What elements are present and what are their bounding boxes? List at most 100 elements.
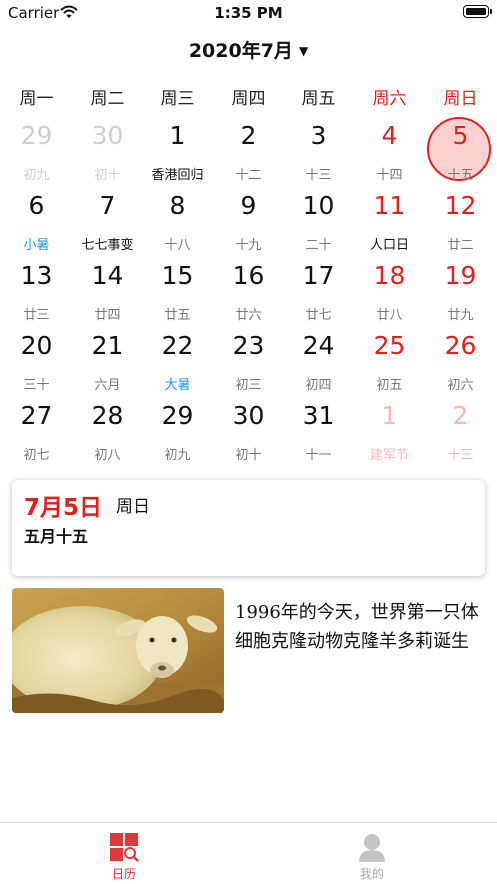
lunar-label: 廿五 — [164, 308, 191, 323]
calendar-search-icon — [108, 831, 140, 863]
day-cell[interactable]: 26 初六 — [425, 326, 496, 396]
tab-calendar[interactable]: 日历 — [59, 823, 189, 884]
tab-calendar-label: 日历 — [111, 867, 136, 881]
day-number: 19 — [444, 261, 477, 290]
day-number: 15 — [161, 261, 194, 290]
day-number: 8 — [169, 191, 186, 220]
holiday-label: 香港回归 — [151, 168, 204, 183]
day-number: 4 — [381, 121, 398, 150]
battery-icon — [463, 5, 492, 18]
day-cell[interactable]: 31 十一 — [283, 396, 354, 466]
weekday-sat: 周六 — [372, 89, 407, 109]
day-cell[interactable]: 20 三十 — [1, 326, 72, 396]
day-cell[interactable]: 3 十三 — [283, 116, 354, 186]
day-number: 12 — [444, 191, 477, 220]
lunar-label: 十三 — [305, 168, 332, 183]
day-cell[interactable]: 21 六月 — [72, 326, 143, 396]
day-cell[interactable]: 2 十三 — [425, 396, 496, 466]
selected-date: 7月5日 — [24, 495, 103, 521]
lunar-label: 初八 — [94, 448, 121, 463]
day-cell[interactable]: 29 初九 — [142, 396, 213, 466]
lunar-label: 初九 — [23, 168, 50, 183]
day-cell[interactable]: 7 七七事变 — [72, 186, 143, 256]
lunar-label: 初九 — [164, 448, 191, 463]
day-cell[interactable]: 18 廿八 — [354, 256, 425, 326]
day-number: 2 — [452, 401, 469, 430]
day-cell[interactable]: 28 初八 — [72, 396, 143, 466]
caret-down-icon: ▼ — [298, 44, 309, 58]
day-number: 22 — [161, 331, 194, 360]
day-number: 3 — [310, 121, 327, 150]
day-cell[interactable]: 8 十八 — [142, 186, 213, 256]
day-cell[interactable]: 13 廿三 — [1, 256, 72, 326]
day-number: 9 — [240, 191, 257, 220]
weekday-thu: 周四 — [231, 89, 266, 109]
lunar-label: 初五 — [376, 378, 403, 393]
day-cell[interactable]: 24 初四 — [283, 326, 354, 396]
lunar-label: 十三 — [447, 448, 474, 463]
month-selector[interactable]: 2020年7月 ▼ — [0, 36, 497, 63]
day-number: 21 — [91, 331, 124, 360]
lunar-label: 廿三 — [23, 308, 50, 323]
month-title: 2020年7月 — [188, 40, 293, 62]
day-number: 16 — [232, 261, 265, 290]
day-cell[interactable]: 30 初十 — [213, 396, 284, 466]
day-cell[interactable]: 19 廿九 — [425, 256, 496, 326]
day-cell[interactable]: 11 人口日 — [354, 186, 425, 256]
day-number: 14 — [91, 261, 124, 290]
weekday-tue: 周二 — [90, 89, 125, 109]
day-cell[interactable]: 6 小暑 — [1, 186, 72, 256]
day-cell[interactable]: 2 十二 — [213, 116, 284, 186]
day-number: 1 — [381, 401, 398, 430]
day-cell[interactable]: 14 廿四 — [72, 256, 143, 326]
day-cell[interactable]: 9 十九 — [213, 186, 284, 256]
solar-term-label: 小暑 — [23, 238, 50, 253]
day-number: 24 — [302, 331, 335, 360]
lunar-label: 三十 — [23, 378, 50, 393]
lunar-label: 廿二 — [447, 238, 474, 253]
day-number: 27 — [20, 401, 53, 430]
day-cell[interactable]: 1 建军节 — [354, 396, 425, 466]
day-cell[interactable]: 12 廿二 — [425, 186, 496, 256]
day-cell[interactable]: 25 初五 — [354, 326, 425, 396]
selected-date-card: 7月5日 周日 五月十五 — [12, 480, 485, 576]
day-cell[interactable]: 22 大暑 — [142, 326, 213, 396]
holiday-label: 建军节 — [369, 448, 409, 463]
day-cell[interactable]: 16 廿六 — [213, 256, 284, 326]
day-cell[interactable]: 30 初十 — [72, 116, 143, 186]
lunar-label: 十九 — [235, 238, 262, 253]
tab-mine[interactable]: 我的 — [307, 823, 437, 884]
day-cell[interactable]: 4 十四 — [354, 116, 425, 186]
day-cell[interactable]: 23 初三 — [213, 326, 284, 396]
day-number: 30 — [91, 121, 124, 150]
lunar-label: 廿七 — [305, 308, 332, 323]
day-cell[interactable]: 10 二十 — [283, 186, 354, 256]
day-number: 31 — [302, 401, 335, 430]
day-number: 23 — [232, 331, 265, 360]
day-cell-selected[interactable]: 5 十五 — [425, 116, 496, 186]
day-number: 5 — [452, 121, 469, 150]
history-text: 1996年的今天，世界第一只体细胞克隆动物克隆羊多莉诞生 — [235, 602, 479, 652]
day-cell[interactable]: 29 初九 — [1, 116, 72, 186]
lunar-label: 初十 — [235, 448, 262, 463]
day-cell[interactable]: 1 香港回归 — [142, 116, 213, 186]
lunar-label: 廿九 — [447, 308, 474, 323]
selected-lunar-date: 五月十五 — [24, 527, 89, 546]
weekday-fri: 周五 — [301, 89, 336, 109]
lunar-label: 十四 — [376, 168, 403, 183]
lunar-label: 廿八 — [376, 308, 403, 323]
day-number: 10 — [302, 191, 335, 220]
history-item[interactable]: 1996年的今天，世界第一只体细胞克隆动物克隆羊多莉诞生 — [12, 588, 485, 714]
day-cell[interactable]: 27 初七 — [1, 396, 72, 466]
lunar-label: 初三 — [235, 378, 262, 393]
weekday-mon: 周一 — [19, 89, 54, 109]
day-number: 30 — [232, 401, 265, 430]
day-cell[interactable]: 17 廿七 — [283, 256, 354, 326]
selected-weekday: 周日 — [116, 497, 150, 517]
day-cell[interactable]: 15 廿五 — [142, 256, 213, 326]
lunar-label: 十一 — [305, 448, 332, 463]
lunar-label: 廿四 — [94, 308, 121, 323]
sheep-photo — [12, 588, 224, 713]
lunar-label: 初六 — [447, 378, 474, 393]
status-time: 1:35 PM — [214, 4, 283, 22]
